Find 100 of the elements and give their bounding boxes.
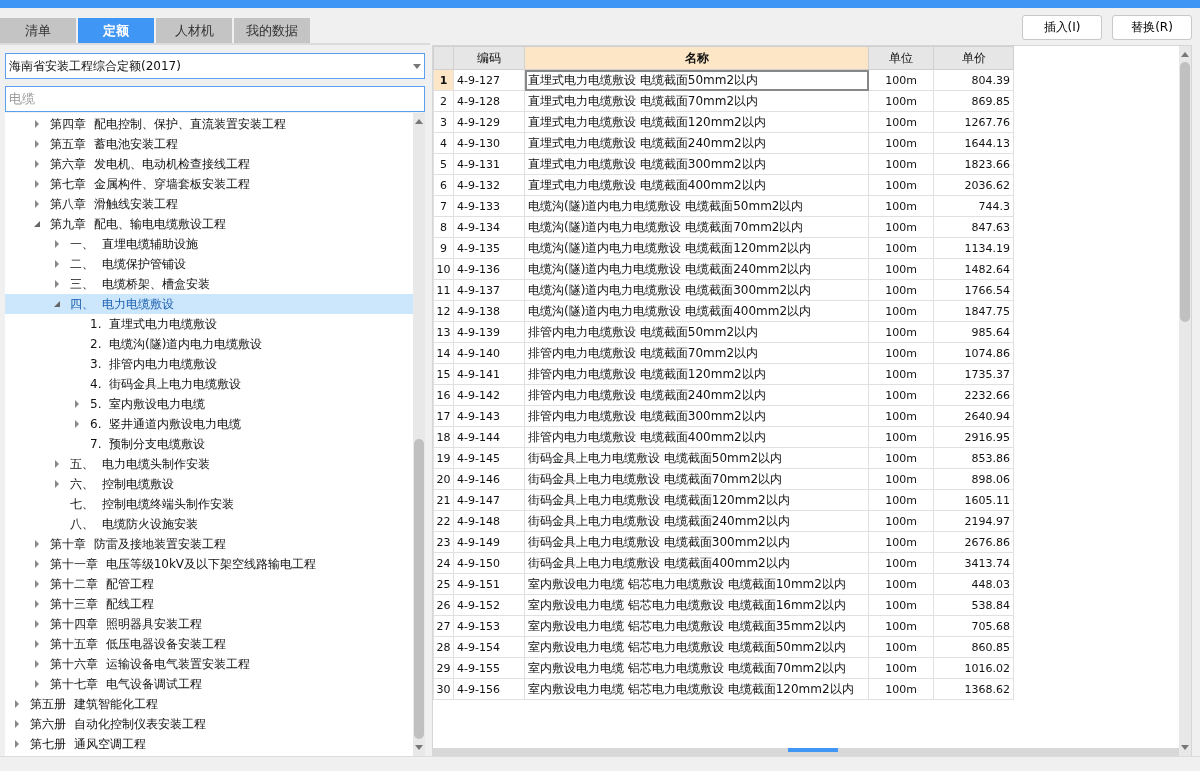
expand-caret-icon[interactable] <box>53 460 61 468</box>
tree-item[interactable]: 第十章 防雷及接地装置安装工程 <box>5 534 413 554</box>
column-header[interactable]: 编码 <box>453 46 525 70</box>
tree-item[interactable]: 第六册 自动化控制仪表安装工程 <box>5 714 413 734</box>
scroll-up-icon[interactable] <box>414 117 424 125</box>
tree-item[interactable]: 第四章 配电控制、保护、直流装置安装工程 <box>5 114 413 134</box>
row-number[interactable]: 17 <box>433 405 454 427</box>
tree-item[interactable]: 第八章 滑触线安装工程 <box>5 194 413 214</box>
row-number[interactable]: 23 <box>433 531 454 553</box>
expand-caret-icon[interactable] <box>13 700 21 708</box>
row-number[interactable]: 14 <box>433 342 454 364</box>
tree-item[interactable]: 3. 排管内电力电缆敷设 <box>5 354 413 374</box>
expand-caret-icon[interactable] <box>33 600 41 608</box>
row-number[interactable]: 26 <box>433 594 454 616</box>
tree-item[interactable]: 1. 直埋式电力电缆敷设 <box>5 314 413 334</box>
tree-item[interactable]: 第七章 金属构件、穿墙套板安装工程 <box>5 174 413 194</box>
expand-caret-icon[interactable] <box>53 240 61 248</box>
horizontal-scrollbar[interactable] <box>433 748 1179 756</box>
tree-item[interactable]: 7. 预制分支电缆敷设 <box>5 434 413 454</box>
scrollbar[interactable] <box>1179 46 1191 756</box>
expand-caret-icon[interactable] <box>33 540 41 548</box>
tree-item[interactable]: 第十一章 电压等级10kV及以下架空线路输电工程 <box>5 554 413 574</box>
row-number[interactable]: 20 <box>433 468 454 490</box>
tree-item[interactable]: 七、 控制电缆终端头制作安装 <box>5 494 413 514</box>
expand-caret-icon[interactable] <box>33 680 41 688</box>
column-header[interactable]: 单位 <box>868 46 934 70</box>
tree-item[interactable]: 第十六章 运输设备电气装置安装工程 <box>5 654 413 674</box>
tree-item[interactable]: 5. 室内敷设电力电缆 <box>5 394 413 414</box>
column-header[interactable]: 名称 <box>524 46 869 70</box>
tree-item[interactable]: 第六章 发电机、电动机检查接线工程 <box>5 154 413 174</box>
expand-caret-icon[interactable] <box>33 120 41 128</box>
tree-item[interactable]: 四、 电力电缆敷设 <box>5 294 413 314</box>
row-number[interactable]: 27 <box>433 615 454 637</box>
tab[interactable]: 清单 <box>0 18 76 43</box>
tree-item[interactable]: 八、 电缆防火设施安装 <box>5 514 413 534</box>
row-number[interactable]: 15 <box>433 363 454 385</box>
row-number[interactable]: 22 <box>433 510 454 532</box>
tree-item[interactable]: 一、 直埋电缆辅助设施 <box>5 234 413 254</box>
tree-item[interactable]: 第五册 建筑智能化工程 <box>5 694 413 714</box>
expand-caret-icon[interactable] <box>73 400 81 408</box>
expand-caret-icon[interactable] <box>53 480 61 488</box>
expand-caret-icon[interactable] <box>73 420 81 428</box>
scroll-down-icon[interactable] <box>1180 744 1190 752</box>
row-number[interactable]: 11 <box>433 279 454 301</box>
tree-item[interactable]: 五、 电力电缆头制作安装 <box>5 454 413 474</box>
expand-caret-icon[interactable] <box>13 720 21 728</box>
tree-item[interactable]: 二、 电缆保护管铺设 <box>5 254 413 274</box>
collapse-caret-icon[interactable] <box>53 300 61 308</box>
row-number[interactable]: 16 <box>433 384 454 406</box>
collapse-caret-icon[interactable] <box>33 220 41 228</box>
tree-item[interactable]: 第九章 配电、输电电缆敷设工程 <box>5 214 413 234</box>
tree-item[interactable]: 2. 电缆沟(隧)道内电力电缆敷设 <box>5 334 413 354</box>
row-number[interactable]: 13 <box>433 321 454 343</box>
row-number[interactable]: 29 <box>433 657 454 679</box>
tree-item[interactable]: 第十二章 配管工程 <box>5 574 413 594</box>
tree-item[interactable]: 第十五章 低压电器设备安装工程 <box>5 634 413 654</box>
expand-caret-icon[interactable] <box>53 280 61 288</box>
row-number[interactable]: 5 <box>433 153 454 175</box>
expand-caret-icon[interactable] <box>33 180 41 188</box>
tree-item[interactable]: 第五章 蓄电池安装工程 <box>5 134 413 154</box>
row-number[interactable]: 21 <box>433 489 454 511</box>
row-number[interactable]: 6 <box>433 174 454 196</box>
tree-item[interactable]: 第七册 通风空调工程 <box>5 734 413 754</box>
row-number[interactable]: 12 <box>433 300 454 322</box>
expand-caret-icon[interactable] <box>13 740 21 748</box>
dropdown-caret-icon[interactable] <box>413 63 421 69</box>
row-number[interactable]: 2 <box>433 90 454 112</box>
expand-caret-icon[interactable] <box>33 560 41 568</box>
row-number[interactable]: 9 <box>433 237 454 259</box>
expand-caret-icon[interactable] <box>53 260 61 268</box>
column-header[interactable]: 单价 <box>933 46 1014 70</box>
library-dropdown[interactable]: 海南省安装工程综合定额(2017) <box>5 53 425 79</box>
tree-item[interactable]: 三、 电缆桥架、槽盒安装 <box>5 274 413 294</box>
tab[interactable]: 人材机 <box>156 18 232 43</box>
action-button[interactable]: 替换(R) <box>1112 15 1192 40</box>
expand-caret-icon[interactable] <box>33 140 41 148</box>
expand-caret-icon[interactable] <box>33 620 41 628</box>
tree-item[interactable]: 6. 竖井通道内敷设电力电缆 <box>5 414 413 434</box>
row-number[interactable]: 19 <box>433 447 454 469</box>
row-number[interactable]: 8 <box>433 216 454 238</box>
row-number[interactable]: 25 <box>433 573 454 595</box>
action-button[interactable]: 插入(I) <box>1022 15 1102 40</box>
row-number[interactable]: 4 <box>433 132 454 154</box>
row-number[interactable]: 3 <box>433 111 454 133</box>
tab[interactable]: 我的数据 <box>234 18 310 43</box>
row-number[interactable]: 1 <box>433 69 454 91</box>
scrollbar[interactable] <box>413 113 425 756</box>
expand-caret-icon[interactable] <box>33 160 41 168</box>
row-number[interactable]: 10 <box>433 258 454 280</box>
expand-caret-icon[interactable] <box>33 580 41 588</box>
scroll-up-icon[interactable] <box>1180 50 1190 58</box>
expand-caret-icon[interactable] <box>33 660 41 668</box>
tree-item[interactable]: 第十三章 配线工程 <box>5 594 413 614</box>
row-number[interactable]: 7 <box>433 195 454 217</box>
row-number[interactable]: 30 <box>433 678 454 700</box>
tree-item[interactable]: 六、 控制电缆敷设 <box>5 474 413 494</box>
tree-item[interactable]: 第十四章 照明器具安装工程 <box>5 614 413 634</box>
tree-item[interactable]: 4. 街码金具上电力电缆敷设 <box>5 374 413 394</box>
row-number[interactable]: 28 <box>433 636 454 658</box>
row-number[interactable]: 24 <box>433 552 454 574</box>
